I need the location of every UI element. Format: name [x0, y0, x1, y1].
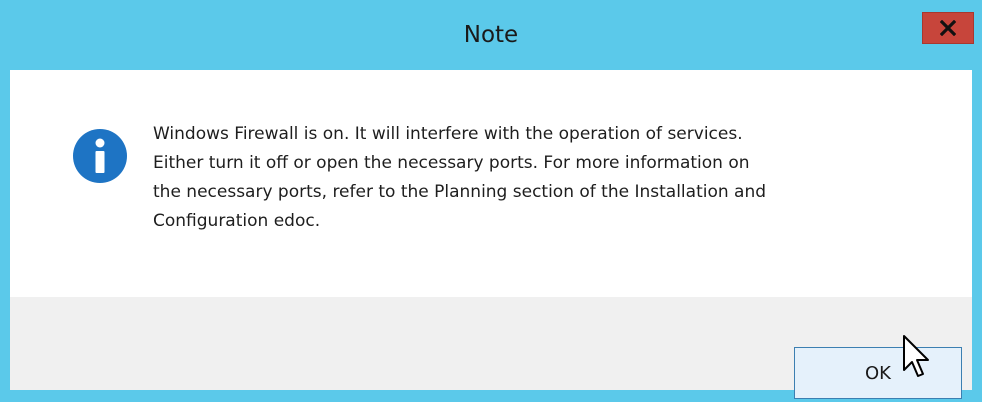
dialog-title: Note	[463, 22, 519, 48]
dialog-client-area: Windows Firewall is on. It will interfer…	[10, 70, 972, 399]
focus-rectangle	[798, 351, 958, 395]
info-icon	[72, 128, 128, 184]
close-button[interactable]	[922, 12, 974, 44]
close-icon	[940, 20, 956, 36]
title-bar[interactable]: Note	[0, 0, 982, 70]
dialog-window: Note Windows Firewall is on. It will int…	[0, 0, 982, 402]
button-bar: OK	[10, 297, 972, 399]
message-area: Windows Firewall is on. It will interfer…	[10, 70, 972, 297]
ok-button[interactable]: OK	[794, 347, 962, 399]
message-text: Windows Firewall is on. It will interfer…	[153, 124, 767, 231]
